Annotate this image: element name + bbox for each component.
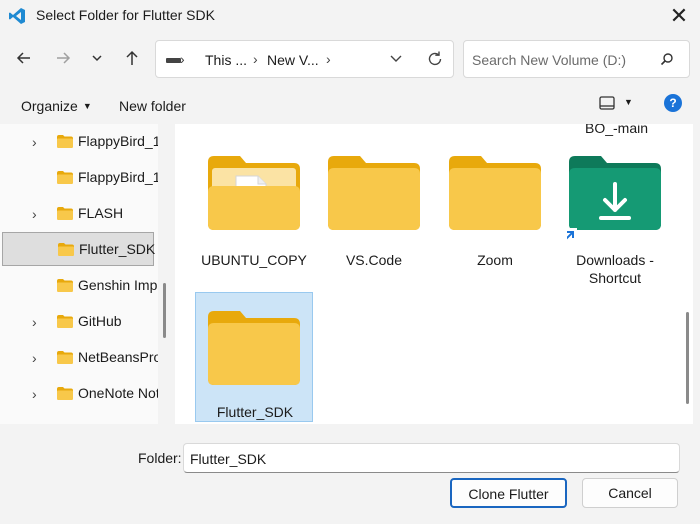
file-list-scrollbar[interactable] — [686, 312, 689, 404]
sidebar-item-label: Genshin Impa — [78, 277, 158, 293]
breadcrumb-separator-icon: › — [253, 51, 258, 67]
sidebar-item[interactable]: Flutter_SDK — [2, 232, 156, 266]
breadcrumb-separator-icon[interactable]: › — [326, 51, 331, 67]
refresh-icon[interactable] — [426, 50, 444, 68]
new-folder-button[interactable]: New folder — [119, 98, 186, 114]
folder-label: Folder: — [138, 450, 182, 466]
organize-menu[interactable]: Organize ▼ — [21, 98, 92, 114]
chevron-right-icon[interactable]: › — [32, 350, 37, 366]
chevron-down-icon[interactable] — [388, 50, 404, 66]
sidebar-item-label: Flutter_SDK — [79, 241, 156, 257]
sidebar-item[interactable]: FlappyBird_1. — [0, 160, 158, 194]
sidebar-item[interactable]: › FlappyBird_1. — [0, 124, 158, 158]
folder-icon — [56, 134, 74, 152]
folder-icon — [328, 156, 420, 230]
folder-icon — [56, 386, 74, 404]
organize-label: Organize — [21, 98, 78, 114]
sidebar-item[interactable]: › FLASH — [0, 196, 158, 230]
file-label: Downloads - Shortcut — [576, 252, 654, 286]
navigation-bar: This ... › New V... › › — [0, 38, 700, 80]
folder-icon — [57, 242, 75, 260]
window-title: Select Folder for Flutter SDK — [36, 7, 215, 23]
title-bar: Select Folder for Flutter SDK ✕ — [0, 0, 700, 32]
sidebar-item-label: OneNote Not — [78, 385, 158, 401]
chevron-right-icon[interactable]: › — [32, 314, 37, 330]
navigation-pane-scrollbar[interactable] — [163, 283, 166, 338]
search-input[interactable] — [472, 50, 652, 70]
folder-icon — [449, 156, 541, 230]
chevron-right-icon[interactable]: › — [32, 206, 37, 222]
file-tile-vs-code[interactable]: VS.Code — [315, 154, 433, 284]
forward-button[interactable] — [51, 46, 75, 70]
chevron-right-icon[interactable]: › — [32, 386, 37, 402]
downloads-shortcut-icon — [567, 156, 661, 244]
arrow-left-icon — [16, 52, 30, 64]
breadcrumb-new-volume[interactable]: New V... — [267, 52, 319, 68]
folder-icon — [56, 314, 74, 332]
sidebar-item-label: FlappyBird_1. — [78, 133, 158, 149]
file-tile-flutter-sdk[interactable]: Flutter_SDK — [195, 292, 313, 422]
folder-field[interactable] — [183, 443, 680, 473]
file-label: UBUNTU_COPY — [201, 252, 307, 268]
address-bar[interactable]: This ... › New V... › › — [155, 40, 454, 78]
up-button[interactable] — [120, 46, 144, 70]
file-label: VS.Code — [345, 252, 403, 268]
folder-name-input[interactable] — [190, 449, 670, 469]
search-icon[interactable] — [660, 52, 674, 66]
sidebar-item[interactable]: › GitHub — [0, 304, 158, 338]
file-label: Flutter_SDK — [216, 404, 294, 420]
file-tile-zoom[interactable]: Zoom — [436, 154, 554, 284]
chevron-down-icon — [92, 55, 102, 62]
close-button[interactable]: ✕ — [665, 2, 693, 30]
folder-icon — [56, 350, 74, 368]
recent-locations-button[interactable] — [85, 46, 109, 70]
file-tile-ubuntu-copy[interactable]: UBUNTU_COPY — [195, 154, 313, 284]
drive-icon — [166, 58, 181, 63]
navigation-pane: › FlappyBird_1. FlappyBird_1. › FLASH Flutter… — [0, 124, 158, 424]
folder-icon — [208, 311, 300, 385]
command-bar: Organize ▼ New folder ▼ ? — [0, 86, 700, 124]
sidebar-item-label: FlappyBird_1. — [78, 169, 158, 185]
folder-icon — [56, 206, 74, 224]
folder-icon — [56, 278, 74, 296]
caret-down-icon: ▼ — [82, 101, 92, 111]
clone-flutter-button[interactable]: Clone Flutter — [450, 478, 567, 508]
sidebar-item[interactable]: › OneNote Not — [0, 376, 158, 410]
partial-file-label[interactable]: BO_-main — [585, 124, 648, 136]
file-list: BO_-main UBUNTU_COPY VS.Code Zoom Downlo… — [175, 124, 693, 424]
folder-icon — [56, 170, 74, 188]
sidebar-item-label: GitHub — [78, 313, 122, 329]
vscode-icon — [9, 8, 25, 24]
cancel-button[interactable]: Cancel — [582, 478, 678, 508]
view-options-caret-icon[interactable]: ▼ — [624, 97, 633, 107]
back-button[interactable] — [12, 46, 36, 70]
arrow-right-icon — [57, 52, 71, 64]
folder-with-document-icon — [208, 156, 300, 230]
arrow-up-icon — [126, 50, 138, 65]
breadcrumb-separator-icon: › — [180, 51, 185, 67]
view-layout-icon[interactable] — [599, 96, 615, 110]
dialog-footer: Folder: Clone Flutter Cancel — [0, 424, 700, 524]
sidebar-item-label: FLASH — [78, 205, 124, 221]
close-icon: ✕ — [669, 3, 689, 28]
search-box[interactable] — [463, 40, 690, 78]
sidebar-item[interactable]: Genshin Impa — [0, 268, 158, 302]
sidebar-item-label: NetBeansProj — [78, 349, 158, 365]
breadcrumb-this-pc[interactable]: This ... — [205, 52, 247, 68]
help-icon[interactable]: ? — [664, 94, 682, 112]
chevron-right-icon[interactable]: › — [32, 134, 37, 150]
sidebar-item[interactable]: › NetBeansProj — [0, 340, 158, 374]
file-tile-downloads-shortcut[interactable]: Downloads - Shortcut — [556, 154, 674, 294]
file-label: Zoom — [477, 252, 513, 268]
